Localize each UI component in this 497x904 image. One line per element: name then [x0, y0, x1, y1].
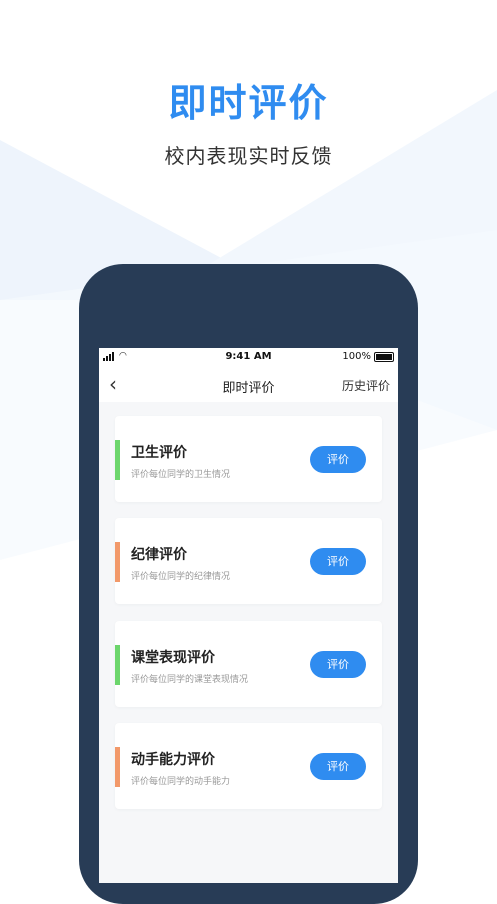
evaluate-button-hygiene[interactable]: 评价 [310, 446, 366, 473]
promo-title: 即时评价 [168, 81, 329, 125]
card-desc: 评价每位同学的纪律情况 [131, 572, 231, 582]
card-classroom: 课堂表现评价 评价每位同学的课堂表现情况 评价 [115, 621, 382, 707]
card-desc: 评价每位同学的动手能力 [131, 777, 231, 787]
phone-screen: ◠ 9:41 AM 100% ‹ 即时评价 历史评价 卫生评价 评价每位同学的卫… [99, 348, 398, 883]
status-bar: ◠ 9:41 AM 100% [99, 348, 398, 366]
battery-icon [374, 351, 394, 362]
evaluate-button-discipline[interactable]: 评价 [310, 548, 366, 575]
card-accent [115, 645, 120, 685]
card-hands-on: 动手能力评价 评价每位同学的动手能力 评价 [115, 723, 382, 809]
card-title: 卫生评价 [131, 445, 187, 461]
promo-subtitle: 校内表现实时反馈 [164, 144, 333, 168]
evaluate-button-classroom[interactable]: 评价 [310, 651, 366, 678]
nav-bar: ‹ 即时评价 历史评价 [99, 366, 398, 402]
card-title: 课堂表现评价 [131, 650, 215, 666]
history-link[interactable]: 历史评价 [342, 377, 390, 394]
card-desc: 评价每位同学的卫生情况 [131, 470, 231, 480]
card-discipline: 纪律评价 评价每位同学的纪律情况 评价 [115, 518, 382, 604]
card-title: 纪律评价 [131, 547, 187, 563]
card-hygiene: 卫生评价 评价每位同学的卫生情况 评价 [115, 416, 382, 502]
card-title: 动手能力评价 [131, 752, 215, 768]
evaluate-button-hands-on[interactable]: 评价 [310, 753, 366, 780]
card-accent [115, 747, 120, 787]
card-desc: 评价每位同学的课堂表现情况 [131, 675, 249, 685]
card-accent [115, 440, 120, 480]
battery-percent: 100% [342, 351, 371, 362]
card-accent [115, 542, 120, 582]
